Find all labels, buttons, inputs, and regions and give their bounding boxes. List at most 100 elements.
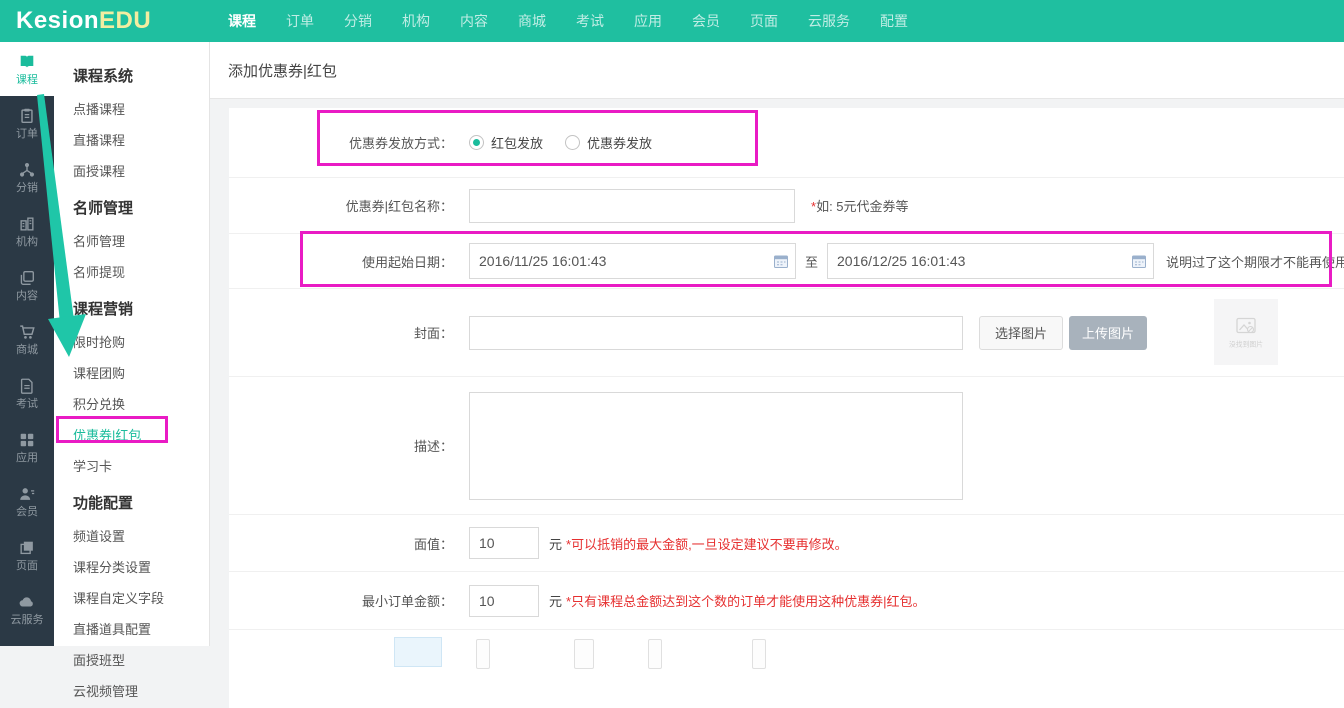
- min-order-input[interactable]: [469, 584, 539, 617]
- cover-preview-placeholder: 没找到图片: [1214, 299, 1278, 365]
- menu-item-offline-courses[interactable]: 面授课程: [54, 155, 209, 186]
- nav-item-cloud[interactable]: 云服务: [808, 11, 850, 31]
- description-textarea[interactable]: [469, 391, 963, 500]
- coupon-name-input[interactable]: [469, 188, 795, 223]
- broken-image-icon: [1236, 317, 1256, 333]
- row-min-order: 最小订单金额： 元 *只有课程总金额达到这个数的订单才能使用这种优惠券|红包。: [229, 572, 1344, 630]
- sidebar-item-members[interactable]: 会员: [0, 474, 54, 528]
- page-title: 添加优惠券|红包: [228, 62, 337, 80]
- sidebar-item-mall[interactable]: 商城: [0, 312, 54, 366]
- min-order-hint: *只有课程总金额达到这个数的订单才能使用这种优惠券|红包。: [566, 594, 926, 609]
- end-date-wrap: [827, 243, 1155, 279]
- menu-item-study-card[interactable]: 学习卡: [54, 450, 209, 481]
- menu-item-course-categories[interactable]: 课程分类设置: [54, 551, 209, 582]
- choose-image-button[interactable]: 选择图片: [979, 315, 1064, 350]
- menu-item-live-courses[interactable]: 直播课程: [54, 124, 209, 155]
- cloud-icon: [19, 596, 33, 607]
- documents-icon: [20, 270, 34, 285]
- min-order-label: 最小订单金额：: [361, 594, 453, 609]
- menu-item-label: 优惠券|红包: [73, 428, 142, 443]
- nav-item-distribution[interactable]: 分销: [344, 11, 372, 31]
- partial-element: [574, 639, 594, 669]
- menu-item-custom-fields[interactable]: 课程自定义字段: [54, 582, 209, 613]
- coupon-name-label: 优惠券|红包名称：: [345, 199, 453, 214]
- menu-item-live-props[interactable]: 直播道具配置: [54, 613, 209, 644]
- face-value-input[interactable]: [469, 527, 539, 559]
- row-issue-method: 优惠券发放方式： 红包发放 优惠券发放: [229, 108, 1344, 178]
- start-date-wrap: [469, 243, 796, 279]
- row-next-partial: [229, 630, 1344, 700]
- sidebar-item-courses[interactable]: 课程: [0, 42, 54, 96]
- clipboard-icon: [21, 108, 33, 123]
- sidebar-item-orders[interactable]: 订单: [0, 96, 54, 150]
- sidebar-item-cloud[interactable]: 云服务: [0, 582, 54, 636]
- nav-item-pages[interactable]: 页面: [750, 11, 778, 31]
- min-order-unit: 元: [549, 594, 563, 609]
- sidebar-item-label: 应用: [16, 451, 38, 464]
- nav-item-config[interactable]: 配置: [880, 11, 908, 31]
- top-navbar: KesionEDU 课程 订单 分销 机构 内容 商城 考试 应用 会员 页面 …: [0, 0, 1344, 42]
- upload-image-button[interactable]: 上传图片: [1069, 315, 1148, 350]
- radio-coupon-label: 优惠券发放: [587, 136, 653, 151]
- menu-item-group-buy[interactable]: 课程团购: [54, 357, 209, 388]
- menu-item-class-types[interactable]: 面授班型: [54, 644, 209, 675]
- coupon-name-hint: *如: 5元代金券等: [811, 196, 909, 215]
- top-nav-menu: 课程 订单 分销 机构 内容 商城 考试 应用 会员 页面 云服务 配置: [228, 11, 908, 31]
- nav-item-apps[interactable]: 应用: [634, 11, 662, 31]
- sidebar-item-distribution[interactable]: 分销: [0, 150, 54, 204]
- nav-item-courses[interactable]: 课程: [228, 11, 256, 31]
- nav-item-content[interactable]: 内容: [460, 11, 488, 31]
- menu-item-vod-courses[interactable]: 点播课程: [54, 93, 209, 124]
- sidebar-item-apps[interactable]: 应用: [0, 420, 54, 474]
- sidebar-item-label: 考试: [16, 397, 38, 410]
- app-logo: KesionEDU: [16, 7, 151, 35]
- face-value-unit: 元: [549, 536, 563, 552]
- radio-dot: [473, 139, 480, 146]
- menu-item-cloud-video[interactable]: 云视频管理: [54, 675, 209, 706]
- menu-item-points-exchange[interactable]: 积分兑换: [54, 388, 209, 419]
- sidebar-item-label: 云服务: [10, 613, 44, 626]
- end-date-input[interactable]: [827, 243, 1155, 279]
- calendar-icon[interactable]: [1132, 254, 1147, 268]
- menu-item-coupon-redpacket[interactable]: 优惠券|红包: [54, 416, 209, 450]
- radio-redpacket[interactable]: [469, 135, 484, 150]
- nav-item-exams[interactable]: 考试: [576, 11, 604, 31]
- sidebar-item-content[interactable]: 内容: [0, 258, 54, 312]
- menu-item-channel-settings[interactable]: 频道设置: [54, 520, 209, 551]
- cover-input[interactable]: [469, 315, 963, 350]
- menu-item-flash-sale[interactable]: 限时抢购: [54, 326, 209, 357]
- sidebar-item-pages[interactable]: 页面: [0, 528, 54, 582]
- nav-item-institutions[interactable]: 机构: [402, 11, 430, 31]
- date-to-separator: 至: [805, 254, 819, 270]
- start-date-input[interactable]: [469, 243, 796, 279]
- file-icon: [20, 378, 33, 394]
- grid-icon: [20, 433, 34, 446]
- calendar-icon[interactable]: [774, 254, 788, 268]
- nav-item-orders[interactable]: 订单: [286, 11, 314, 31]
- sidebar-item-institutions[interactable]: 机构: [0, 204, 54, 258]
- form-card: 优惠券发放方式： 红包发放 优惠券发放 优惠券|红包名称： *如: 5元代金券等…: [229, 108, 1344, 708]
- cart-icon: [20, 324, 35, 339]
- row-description: 描述：: [229, 377, 1344, 515]
- sidebar-item-exams[interactable]: 考试: [0, 366, 54, 420]
- menu-item-teacher-mgmt[interactable]: 名师管理: [54, 225, 209, 256]
- section-title-teacher-mgmt: 名师管理: [73, 200, 134, 217]
- partial-element: [476, 639, 490, 669]
- main-area: 添加优惠券|红包 优惠券发放方式： 红包发放 优惠券发放 优惠券|红包名称： *…: [210, 42, 1344, 708]
- share-network-icon: [19, 162, 35, 177]
- sidebar-item-label: 订单: [16, 127, 38, 140]
- section-title-course-system: 课程系统: [73, 68, 134, 85]
- menu-item-teacher-withdraw[interactable]: 名师提现: [54, 256, 209, 287]
- sidebar-item-label: 会员: [16, 505, 38, 518]
- nav-item-members[interactable]: 会员: [692, 11, 720, 31]
- face-value-hint: *可以抵销的最大金额,一旦设定建议不要再修改。: [566, 536, 848, 552]
- radio-coupon[interactable]: [565, 135, 581, 150]
- sidebar-item-label: 分销: [16, 181, 38, 194]
- row-date-range: 使用起始日期： 至 说明过了这个期限才不能再使用: [229, 231, 1344, 289]
- nav-item-mall[interactable]: 商城: [518, 11, 546, 31]
- menu-sidebar: 课程系统 点播课程 直播课程 面授课程 名师管理 名师管理 名师提现 课程营销 …: [54, 42, 210, 699]
- issue-method-label: 优惠券发放方式：: [348, 136, 453, 151]
- page-titlebar: 添加优惠券|红包: [210, 42, 1344, 99]
- row-face-value: 面值： 元 *可以抵销的最大金额,一旦设定建议不要再修改。: [229, 515, 1344, 572]
- coupon-name-hint-text: 如: 5元代金券等: [816, 199, 909, 214]
